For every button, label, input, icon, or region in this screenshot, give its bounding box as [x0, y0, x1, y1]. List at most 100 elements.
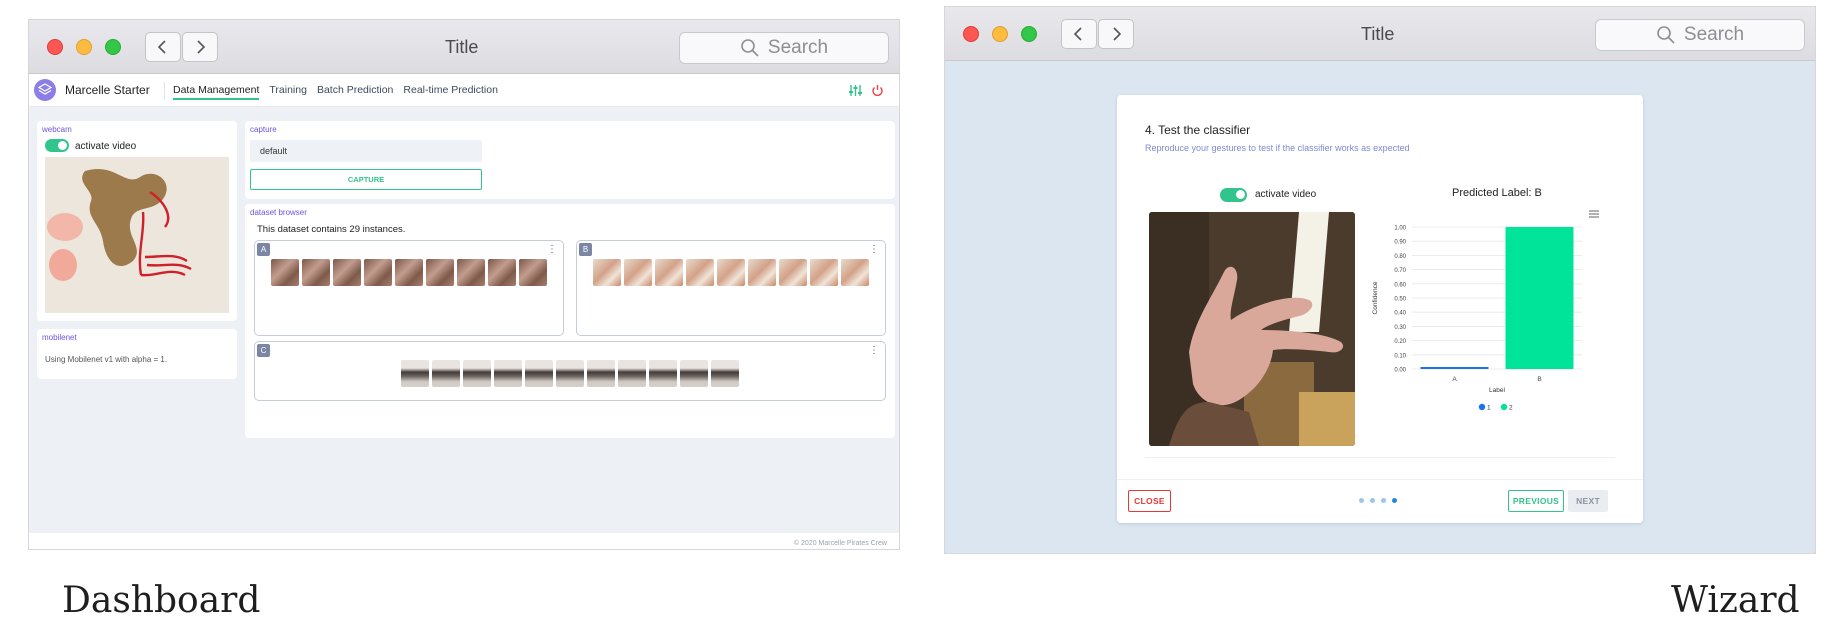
instance-thumbnail[interactable]	[556, 360, 584, 387]
instance-thumbnail[interactable]	[519, 259, 547, 286]
instance-thumbnail[interactable]	[302, 259, 330, 286]
activate-video-toggle[interactable]	[45, 139, 69, 152]
step-indicator	[1359, 498, 1397, 503]
instance-thumbnail[interactable]	[711, 360, 739, 387]
artwork-image	[45, 157, 229, 313]
class-c-thumbnails	[263, 360, 877, 387]
instance-thumbnail[interactable]	[810, 259, 838, 286]
search-icon	[1657, 26, 1675, 44]
class-b-tag: B	[579, 243, 592, 256]
wizard-titlebar: Title Search	[945, 7, 1815, 61]
activate-video-toggle[interactable]	[1220, 188, 1247, 202]
instance-thumbnail[interactable]	[624, 259, 652, 286]
class-b-box: B ⋮	[576, 240, 886, 336]
class-b-thumbnails	[585, 259, 877, 286]
next-button[interactable]: NEXT	[1568, 490, 1608, 512]
step-dot[interactable]	[1392, 498, 1397, 503]
instance-thumbnail[interactable]	[401, 360, 429, 387]
webcam-card: webcam activate video	[37, 121, 237, 321]
y-tick-label: 0.20	[1394, 339, 1406, 345]
instance-thumbnail[interactable]	[717, 259, 745, 286]
instance-thumbnail[interactable]	[841, 259, 869, 286]
class-a-tag: A	[257, 243, 270, 256]
class-c-menu-icon[interactable]: ⋮	[869, 345, 879, 356]
y-tick-label: 0.80	[1394, 254, 1406, 260]
forward-button[interactable]	[182, 32, 218, 62]
dashboard-window: Title Search Marcelle Starter Data Manag…	[28, 19, 900, 550]
instance-thumbnail[interactable]	[593, 259, 621, 286]
instance-thumbnail[interactable]	[395, 259, 423, 286]
instance-thumbnail[interactable]	[426, 259, 454, 286]
app-name: Marcelle Starter	[65, 83, 150, 97]
step-title: 4. Test the classifier	[1145, 123, 1251, 137]
instance-thumbnail[interactable]	[649, 360, 677, 387]
activate-video-label: activate video	[1255, 189, 1317, 200]
instance-thumbnail[interactable]	[432, 360, 460, 387]
forward-button[interactable]	[1098, 19, 1134, 49]
instance-thumbnail[interactable]	[587, 360, 615, 387]
instance-thumbnail[interactable]	[686, 259, 714, 286]
legend-marker	[1500, 403, 1508, 411]
power-icon[interactable]	[871, 84, 884, 97]
bar-b	[1505, 227, 1574, 369]
step-subtitle: Reproduce your gestures to test if the c…	[1145, 143, 1410, 153]
header-divider	[164, 82, 165, 100]
zoom-window-button[interactable]	[1021, 26, 1037, 42]
back-button[interactable]	[145, 32, 181, 62]
close-window-button[interactable]	[963, 26, 979, 42]
search-field[interactable]: Search	[1595, 19, 1805, 51]
class-b-menu-icon[interactable]: ⋮	[869, 244, 879, 255]
instance-thumbnail[interactable]	[364, 259, 392, 286]
step-dot[interactable]	[1370, 498, 1375, 503]
class-a-thumbnails	[263, 259, 555, 286]
settings-sliders-icon[interactable]	[849, 84, 862, 97]
close-button[interactable]: CLOSE	[1128, 490, 1171, 512]
y-axis-label: Confidence	[1372, 281, 1379, 314]
capture-button[interactable]: CAPTURE	[250, 169, 482, 190]
minimize-window-button[interactable]	[76, 39, 92, 55]
window-title: Title	[445, 37, 479, 57]
class-a-menu-icon[interactable]: ⋮	[547, 244, 557, 255]
instance-thumbnail[interactable]	[680, 360, 708, 387]
webcam-preview	[45, 157, 229, 313]
capture-card: capture default CAPTURE	[245, 121, 895, 199]
footer-strip: © 2020 Marcelle Pirates Crew	[29, 533, 899, 549]
y-tick-label: 0.90	[1394, 240, 1406, 246]
instance-thumbnail[interactable]	[748, 259, 776, 286]
close-window-button[interactable]	[47, 39, 63, 55]
tab-realtime-prediction[interactable]: Real-time Prediction	[403, 84, 498, 100]
dataset-summary: This dataset contains 29 instances.	[257, 224, 406, 235]
step-dot[interactable]	[1381, 498, 1386, 503]
prediction-title: Predicted Label: B	[1452, 187, 1542, 199]
minimize-window-button[interactable]	[992, 26, 1008, 42]
tab-batch-prediction[interactable]: Batch Prediction	[317, 84, 393, 100]
step-dot[interactable]	[1359, 498, 1364, 503]
wizard-window: Title Search 4. Test the classifier Repr…	[944, 6, 1816, 554]
dashboard-titlebar: Title Search	[29, 20, 899, 74]
y-tick-label: 0.40	[1394, 311, 1406, 317]
instance-thumbnail[interactable]	[463, 360, 491, 387]
wizard-caption: Wizard	[1671, 580, 1800, 621]
instance-thumbnail[interactable]	[488, 259, 516, 286]
instance-thumbnail[interactable]	[271, 259, 299, 286]
zoom-window-button[interactable]	[105, 39, 121, 55]
dataset-browser-title: dataset browser	[250, 208, 307, 217]
back-button[interactable]	[1061, 19, 1097, 49]
search-field[interactable]: Search	[679, 32, 889, 64]
tab-training[interactable]: Training	[269, 84, 307, 100]
instance-thumbnail[interactable]	[333, 259, 361, 286]
nav-tabs: Data Management Training Batch Predictio…	[173, 84, 498, 100]
dataset-browser-card: dataset browser This dataset contains 29…	[245, 204, 895, 438]
webcam-preview	[1149, 212, 1355, 446]
label-input[interactable]: default	[250, 140, 482, 162]
instance-thumbnail[interactable]	[618, 360, 646, 387]
previous-button[interactable]: PREVIOUS	[1508, 490, 1564, 512]
instance-thumbnail[interactable]	[779, 259, 807, 286]
tab-data-management[interactable]: Data Management	[173, 84, 260, 100]
instance-thumbnail[interactable]	[494, 360, 522, 387]
y-tick-label: 1.00	[1394, 226, 1406, 232]
x-tick-label: A	[1452, 376, 1457, 383]
instance-thumbnail[interactable]	[525, 360, 553, 387]
instance-thumbnail[interactable]	[457, 259, 485, 286]
instance-thumbnail[interactable]	[655, 259, 683, 286]
